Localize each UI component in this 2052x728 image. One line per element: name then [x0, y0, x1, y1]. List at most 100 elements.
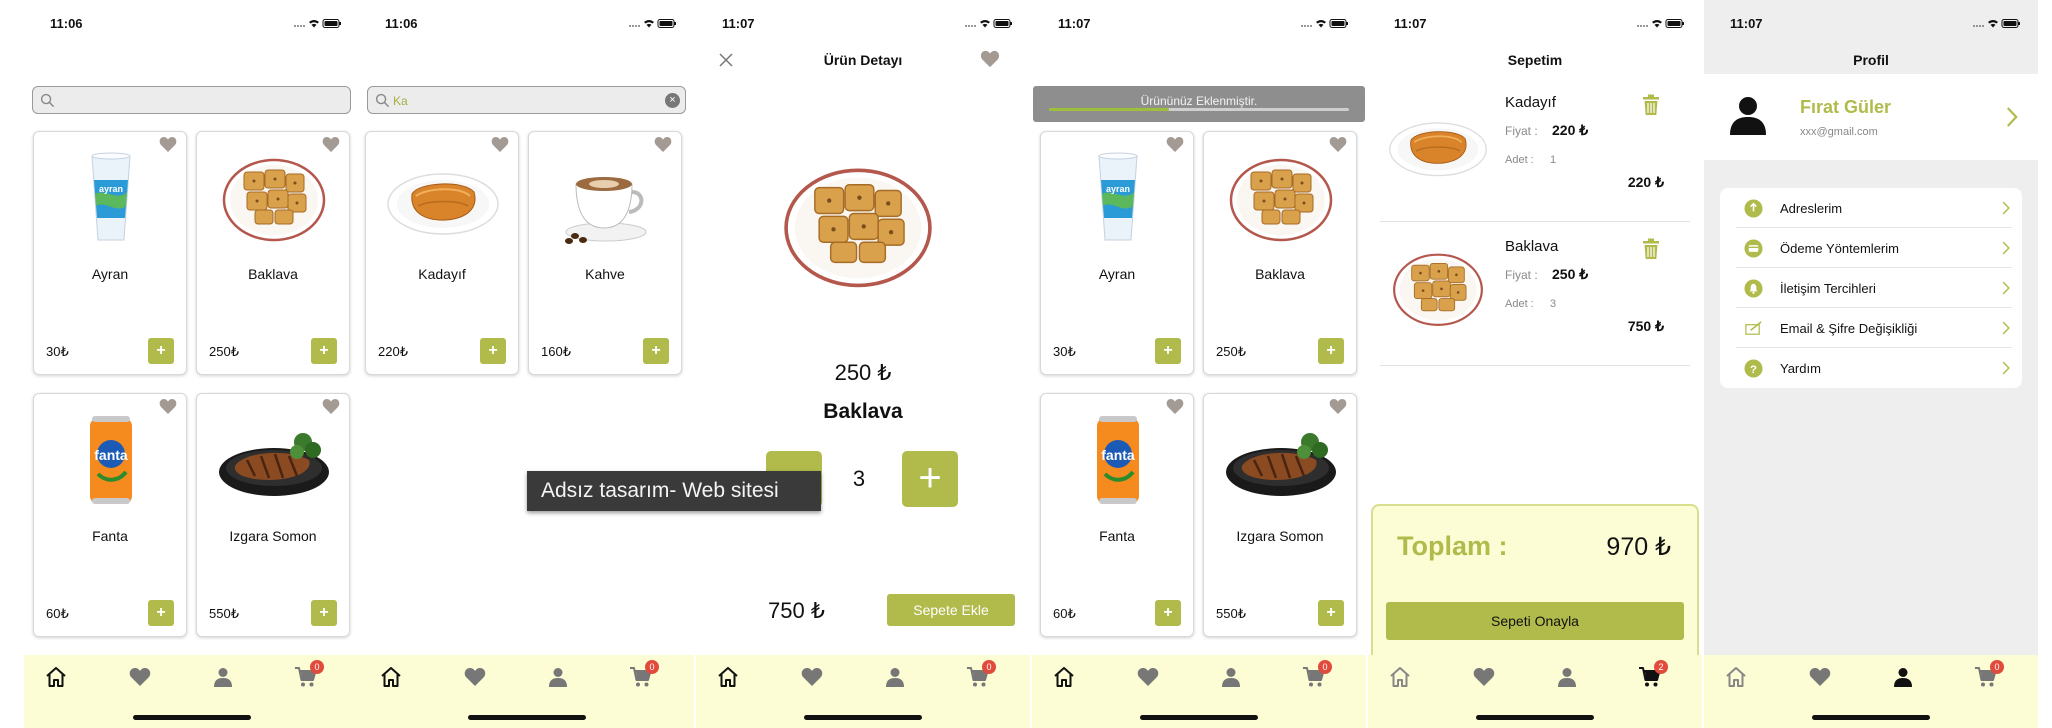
trash-icon[interactable] — [1642, 238, 1660, 260]
edit-icon — [1745, 321, 1762, 335]
status-icons — [964, 18, 1014, 29]
home-icon[interactable] — [1388, 665, 1412, 689]
price-label: Fiyat : — [1505, 268, 1538, 282]
cart-item: Baklava Fiyat : 250 ₺ Adet : 3 750 ₺ — [1380, 222, 1690, 366]
product-name: Kadayıf — [418, 266, 466, 282]
home-indicator — [1812, 715, 1930, 720]
location-icon — [1744, 199, 1763, 218]
product-card[interactable]: Izgara Somon 550₺ + — [196, 393, 350, 637]
kadayif-plate-icon — [386, 150, 500, 246]
tab-bar: 0 — [359, 655, 694, 728]
product-card[interactable]: Baklava 250₺ + — [1203, 131, 1357, 375]
increase-quantity-button[interactable]: + — [902, 451, 958, 507]
product-card[interactable]: Ayran 30₺ + — [1040, 131, 1194, 375]
status-time: 11:07 — [1058, 16, 1091, 31]
add-to-cart-button[interactable]: + — [1318, 600, 1344, 626]
tab-bar: 0 — [1704, 655, 2038, 728]
status-bar: 11:06 — [359, 0, 694, 46]
product-name: Baklava — [248, 266, 298, 282]
chevron-right-icon — [2002, 240, 2010, 256]
user-icon[interactable] — [883, 665, 907, 689]
product-card[interactable]: Baklava 250₺ + — [196, 131, 350, 375]
home-icon[interactable] — [1052, 665, 1076, 689]
search-input[interactable] — [32, 86, 351, 114]
cart-badge: 0 — [1318, 660, 1332, 674]
add-to-cart-button[interactable]: + — [480, 338, 506, 364]
profile-menu: Adreslerim Ödeme Yöntemlerim İletişim Te… — [1720, 188, 2022, 388]
product-card[interactable]: Izgara Somon 550₺ + — [1203, 393, 1357, 637]
credit-card-icon — [1744, 239, 1763, 258]
cart-tab[interactable]: 0 — [1974, 660, 2004, 689]
heart-icon[interactable] — [980, 50, 1000, 68]
heart-icon[interactable] — [1136, 665, 1160, 689]
home-icon[interactable] — [44, 665, 68, 689]
status-time: 11:06 — [385, 16, 418, 31]
toast-notification: Ürününüz Eklenmiştir. — [1033, 86, 1365, 122]
cart-tab[interactable]: 0 — [966, 660, 996, 689]
page-title: Sepetim — [1507, 52, 1563, 68]
clear-icon[interactable]: × — [665, 93, 680, 108]
home-indicator — [804, 715, 922, 720]
home-icon[interactable] — [716, 665, 740, 689]
menu-item-email-password[interactable]: Email & Şifre Değişikliği — [1736, 308, 2012, 348]
add-to-cart-button[interactable]: + — [311, 338, 337, 364]
product-name: Fanta — [1099, 528, 1135, 544]
chevron-right-icon — [2006, 106, 2018, 128]
total-label: Toplam : — [1397, 531, 1508, 561]
menu-item-addresses[interactable]: Adreslerim — [1736, 188, 2012, 228]
heart-icon[interactable] — [800, 665, 824, 689]
product-card[interactable]: Kahve 160₺ + — [528, 131, 682, 375]
add-to-cart-button[interactable]: + — [311, 600, 337, 626]
user-email: xxx@gmail.com — [1800, 126, 1878, 138]
home-icon[interactable] — [1724, 665, 1748, 689]
user-icon[interactable] — [1891, 665, 1915, 689]
user-icon[interactable] — [1219, 665, 1243, 689]
cart-tab[interactable]: 2 — [1638, 660, 1668, 689]
menu-item-help[interactable]: ? Yardım — [1736, 348, 2012, 388]
cart-tab[interactable]: 0 — [629, 660, 659, 689]
screen-product-detail: 11:07 Ürün Detayı 250 ₺ Baklava 3 + 750 … — [696, 0, 1030, 728]
menu-item-label: Email & Şifre Değişikliği — [1780, 321, 1918, 336]
add-to-cart-button[interactable]: Sepete Ekle — [887, 594, 1015, 626]
heart-icon[interactable] — [463, 665, 487, 689]
product-card[interactable]: Kadayıf 220₺ + — [365, 131, 519, 375]
profile-header[interactable]: Fırat Güler xxx@gmail.com — [1704, 74, 2038, 160]
menu-item-communication[interactable]: İletişim Tercihleri — [1736, 268, 2012, 308]
search-input[interactable]: Ka × — [367, 86, 686, 114]
product-card[interactable]: Ayran 30₺ + — [33, 131, 187, 375]
cart-tab[interactable]: 0 — [294, 660, 324, 689]
add-to-cart-button[interactable]: + — [148, 338, 174, 364]
add-to-cart-button[interactable]: + — [1318, 338, 1344, 364]
product-card[interactable]: Fanta 60₺ + — [1040, 393, 1194, 637]
user-icon[interactable] — [211, 665, 235, 689]
menu-item-payment[interactable]: Ödeme Yöntemlerim — [1736, 228, 2012, 268]
cart-item-subtotal: 750 ₺ — [1627, 318, 1664, 334]
product-price: 30₺ — [46, 344, 69, 359]
grilled-salmon-icon — [217, 412, 331, 508]
home-indicator — [1476, 715, 1594, 720]
heart-icon[interactable] — [128, 665, 152, 689]
user-icon[interactable] — [1555, 665, 1579, 689]
price-label: Fiyat : — [1505, 124, 1538, 138]
cart-badge: 0 — [982, 660, 996, 674]
add-to-cart-button[interactable]: + — [148, 600, 174, 626]
screen-cart: 11:07 Sepetim Kadayıf Fiyat : 220 ₺ Adet… — [1368, 0, 1702, 728]
product-price: 60₺ — [46, 606, 69, 621]
cart-tab[interactable]: 0 — [1302, 660, 1332, 689]
add-to-cart-button[interactable]: + — [1155, 600, 1181, 626]
add-to-cart-button[interactable]: + — [1155, 338, 1181, 364]
home-icon[interactable] — [379, 665, 403, 689]
add-to-cart-button[interactable]: + — [643, 338, 669, 364]
product-card[interactable]: Fanta 60₺ + — [33, 393, 187, 637]
tab-bar: 0 — [1032, 655, 1366, 728]
user-icon[interactable] — [546, 665, 570, 689]
status-icons — [1300, 18, 1350, 29]
cart-item-price: 220 ₺ — [1552, 122, 1589, 138]
heart-icon[interactable] — [1808, 665, 1832, 689]
heart-icon[interactable] — [1472, 665, 1496, 689]
chevron-right-icon — [2002, 280, 2010, 296]
trash-icon[interactable] — [1642, 94, 1660, 116]
grilled-salmon-icon — [1224, 412, 1338, 508]
baklava-plate-icon — [776, 150, 940, 300]
confirm-cart-button[interactable]: Sepeti Onayla — [1386, 602, 1684, 640]
